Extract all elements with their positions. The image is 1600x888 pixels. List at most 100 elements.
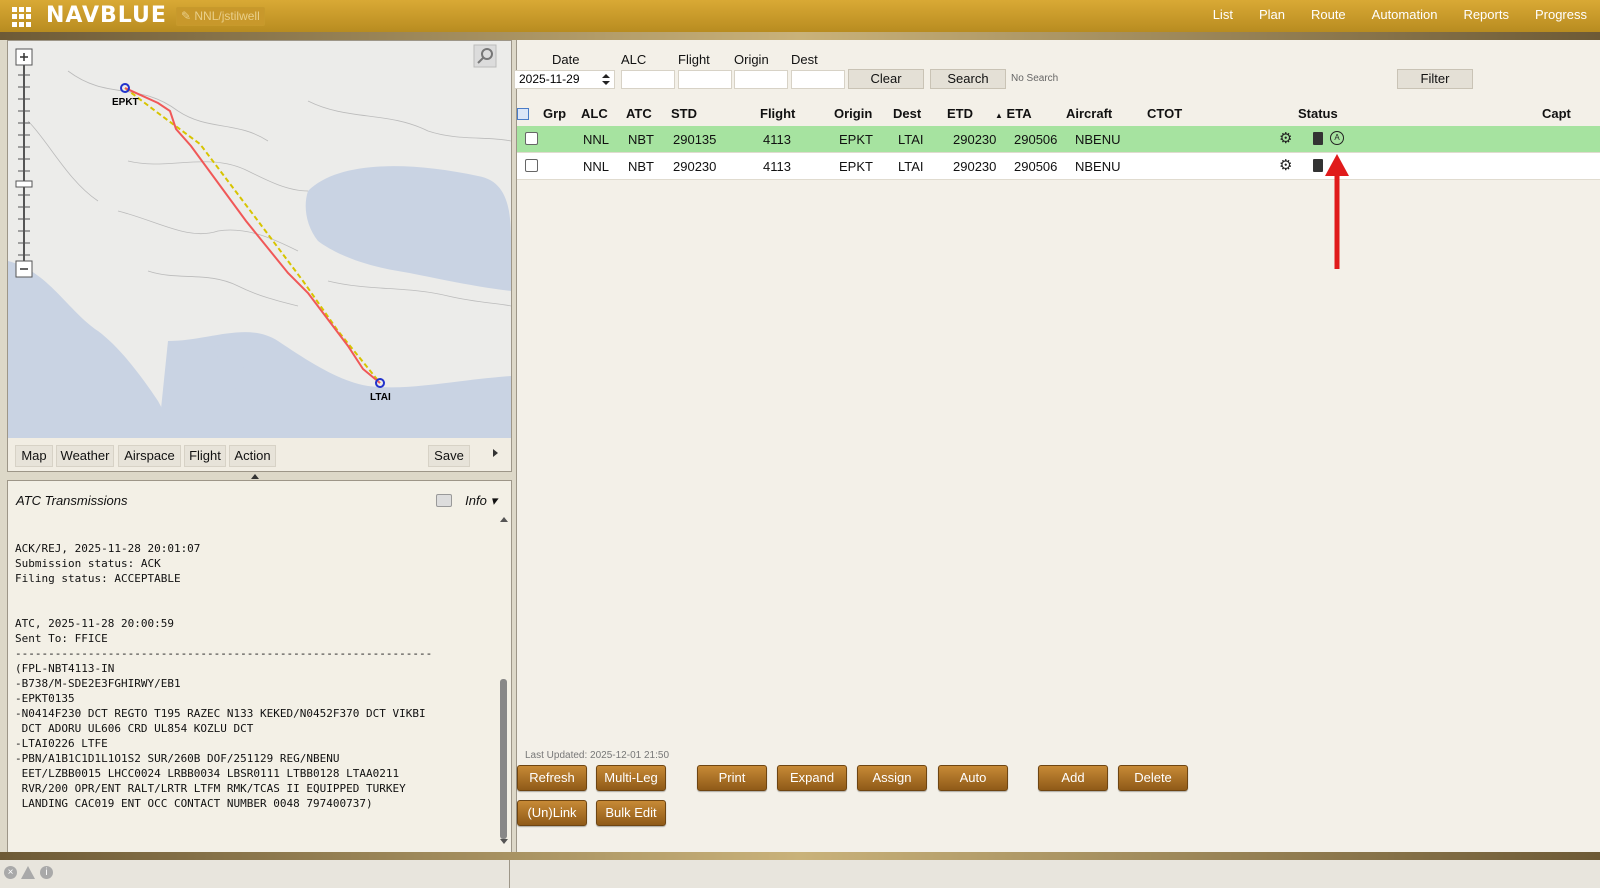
map-search-icon[interactable] — [473, 44, 497, 68]
calculator-icon[interactable] — [1313, 132, 1323, 145]
cell-origin: EPKT — [839, 159, 873, 174]
error-status-icon[interactable]: × — [4, 866, 17, 879]
table-row[interactable]: NNL NBT 290230 4113 EPKT LTAI 290230 290… — [517, 153, 1600, 180]
cell-alc: NNL — [583, 159, 610, 174]
cell-std: 290135 — [673, 132, 717, 147]
map-tab-map[interactable]: Map — [15, 445, 53, 467]
col-std[interactable]: STD — [671, 106, 697, 121]
atc-info-menu[interactable]: Info ▾ — [465, 493, 497, 509]
print-icon[interactable] — [436, 494, 452, 507]
warning-status-icon[interactable] — [21, 866, 35, 879]
date-stepper-icon[interactable] — [601, 71, 611, 88]
navblue-logo: NAVBLUE — [46, 3, 167, 28]
last-updated-text: Last Updated: 2025-12-01 21:50 — [525, 750, 669, 761]
add-button[interactable]: Add — [1038, 765, 1108, 791]
atc-info-label: Info — [465, 493, 487, 508]
atc-scroll-thumb[interactable] — [500, 679, 507, 839]
multi-leg-button[interactable]: Multi-Leg — [596, 765, 666, 791]
col-alc[interactable]: ALC — [581, 106, 608, 121]
nav-progress[interactable]: Progress — [1522, 0, 1600, 32]
print-button[interactable]: Print — [697, 765, 767, 791]
user-badge[interactable]: ✎ NNL/jstilwell — [176, 7, 265, 26]
table-row[interactable]: NNL NBT 290135 4113 EPKT LTAI 290230 290… — [517, 126, 1600, 153]
filter-button[interactable]: Filter — [1397, 69, 1473, 89]
col-eta[interactable]: ▲ ETA — [995, 106, 1032, 121]
settings-gears-icon[interactable]: ⚙ — [1279, 158, 1292, 173]
select-all-icon[interactable] — [517, 108, 529, 120]
header-divider — [0, 32, 1600, 40]
map-save-button[interactable]: Save — [428, 445, 470, 467]
atc-transmission-text: ACK/REJ, 2025-11-28 20:01:07 Submission … — [15, 542, 433, 810]
route-map[interactable]: EPKT LTAI — [8, 41, 511, 438]
map-tab-flight[interactable]: Flight — [184, 445, 226, 467]
unlink-button[interactable]: (Un)Link — [517, 800, 587, 826]
row-checkbox[interactable] — [525, 159, 538, 172]
cell-flight: 4113 — [763, 159, 791, 174]
delete-button[interactable]: Delete — [1118, 765, 1188, 791]
atc-panel-title: ATC Transmissions — [16, 493, 128, 508]
cell-dest: LTAI — [898, 132, 924, 147]
origin-input[interactable] — [734, 70, 788, 89]
col-etd[interactable]: ETD — [947, 106, 973, 121]
nav-list[interactable]: List — [1200, 0, 1246, 32]
main-nav: List Plan Route Automation Reports Progr… — [1200, 0, 1600, 32]
col-grp[interactable]: Grp — [543, 106, 566, 121]
zoom-handle[interactable] — [15, 180, 33, 188]
col-origin[interactable]: Origin — [834, 106, 872, 121]
app-grid-icon[interactable] — [12, 7, 32, 27]
map-tab-action[interactable]: Action — [229, 445, 276, 467]
user-name: NNL/jstilwell — [194, 9, 260, 23]
origin-label: Origin — [734, 52, 769, 67]
bulk-edit-button[interactable]: Bulk Edit — [596, 800, 666, 826]
col-capt[interactable]: Capt — [1542, 106, 1571, 121]
cell-atc: NBT — [628, 159, 654, 174]
col-atc[interactable]: ATC — [626, 106, 652, 121]
cell-dest: LTAI — [898, 159, 924, 174]
map-toolbar-more-icon[interactable] — [493, 449, 498, 457]
cell-origin: EPKT — [839, 132, 873, 147]
cell-eta: 290506 — [1014, 132, 1058, 147]
info-status-icon[interactable]: i — [40, 866, 53, 879]
col-eta-label: ETA — [1006, 106, 1032, 121]
auto-button[interactable]: Auto — [938, 765, 1008, 791]
cell-std: 290230 — [673, 159, 717, 174]
status-divider — [509, 860, 510, 888]
sort-asc-icon: ▲ — [995, 111, 1003, 120]
search-button[interactable]: Search — [930, 69, 1006, 89]
col-flight[interactable]: Flight — [760, 106, 795, 121]
cell-alc: NNL — [583, 132, 610, 147]
cell-aircraft: NBENU — [1075, 159, 1121, 174]
cell-etd: 290230 — [953, 159, 997, 174]
cell-aircraft: NBENU — [1075, 132, 1121, 147]
atc-scrollbar[interactable] — [499, 517, 508, 845]
col-aircraft[interactable]: Aircraft — [1066, 106, 1112, 121]
map-tab-weather[interactable]: Weather — [56, 445, 114, 467]
panel-resize-icon[interactable] — [251, 474, 259, 479]
assign-button[interactable]: Assign — [857, 765, 927, 791]
refresh-button[interactable]: Refresh — [517, 765, 587, 791]
settings-gears-icon[interactable]: ⚙ — [1279, 131, 1292, 146]
row-checkbox[interactable] — [525, 132, 538, 145]
map-tab-airspace[interactable]: Airspace — [118, 445, 181, 467]
dest-label: Dest — [791, 52, 818, 67]
expand-button[interactable]: Expand — [777, 765, 847, 791]
nav-reports[interactable]: Reports — [1450, 0, 1522, 32]
col-dest[interactable]: Dest — [893, 106, 921, 121]
date-input[interactable]: 2025-11-29 — [514, 70, 615, 89]
col-ctot[interactable]: CTOT — [1147, 106, 1182, 121]
map-toolbar: Map Weather Airspace Flight Action Save — [8, 438, 511, 471]
nav-automation[interactable]: Automation — [1359, 0, 1451, 32]
col-status[interactable]: Status — [1298, 106, 1338, 121]
transmission-icon[interactable]: A — [1330, 131, 1344, 145]
alc-input[interactable] — [621, 70, 675, 89]
map-panel: EPKT LTAI Map Weather Airspace Flight Ac… — [7, 40, 512, 472]
date-label: Date — [552, 52, 580, 67]
dest-input[interactable] — [791, 70, 845, 89]
clear-button[interactable]: Clear — [848, 69, 924, 89]
nav-route[interactable]: Route — [1298, 0, 1359, 32]
top-bar: NAVBLUE ✎ NNL/jstilwell List Plan Route … — [0, 0, 1600, 32]
nav-plan[interactable]: Plan — [1246, 0, 1298, 32]
atc-transmissions-panel: ATC Transmissions Info ▾ ACK/REJ, 2025-1… — [7, 474, 512, 854]
flight-list-panel: Date ALC Flight Origin Dest 2025-11-29 C… — [514, 40, 1600, 852]
flight-input[interactable] — [678, 70, 732, 89]
